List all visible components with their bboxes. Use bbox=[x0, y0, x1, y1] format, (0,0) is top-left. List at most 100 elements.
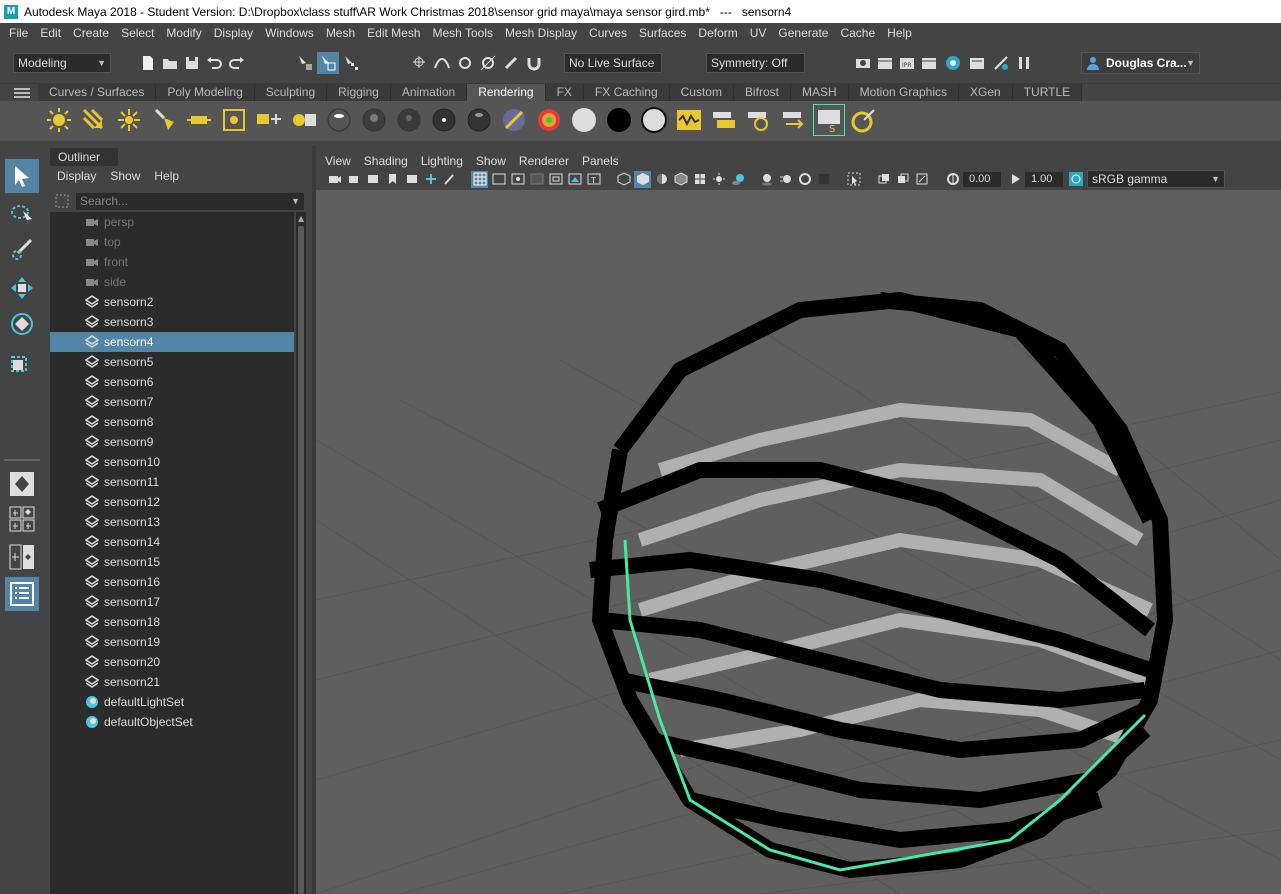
redo-icon[interactable] bbox=[228, 54, 246, 72]
render-setup-icon[interactable] bbox=[968, 54, 986, 72]
material-layered-icon[interactable] bbox=[500, 106, 528, 134]
paint-select-tool-button[interactable] bbox=[5, 233, 39, 267]
outliner-item-sensorn16[interactable]: sensorn16 bbox=[50, 572, 294, 592]
color-management-icon[interactable] bbox=[1069, 172, 1083, 186]
image-plane-icon[interactable] bbox=[386, 172, 400, 186]
search-options-icon[interactable] bbox=[55, 194, 69, 208]
outliner-item-sensorn17[interactable]: sensorn17 bbox=[50, 592, 294, 612]
material-blinn-icon[interactable] bbox=[325, 106, 353, 134]
outliner-item-sensorn18[interactable]: sensorn18 bbox=[50, 612, 294, 632]
tab-rigging[interactable]: Rigging bbox=[327, 84, 391, 101]
tab-animation[interactable]: Animation bbox=[390, 84, 468, 101]
viewport-menu-show[interactable]: Show bbox=[476, 154, 506, 168]
magnet-icon[interactable] bbox=[525, 54, 543, 72]
outliner-search-input[interactable]: Search... ▼ bbox=[76, 193, 304, 210]
area-light-icon[interactable] bbox=[185, 106, 213, 134]
outliner-item-sensorn20[interactable]: sensorn20 bbox=[50, 652, 294, 672]
render-target-icon[interactable] bbox=[850, 106, 878, 134]
outliner-item-sensorn5[interactable]: sensorn5 bbox=[50, 352, 294, 372]
outliner-item-sensorn4[interactable]: sensorn4 bbox=[50, 332, 294, 352]
tab-xgen[interactable]: XGen bbox=[959, 84, 1013, 101]
light-link-icon[interactable] bbox=[255, 106, 283, 134]
scale-tool-button[interactable] bbox=[5, 345, 39, 379]
scroll-up-icon[interactable]: ▲ bbox=[298, 214, 304, 223]
menu-file[interactable]: File bbox=[9, 26, 28, 40]
material-lambert-icon[interactable] bbox=[360, 106, 388, 134]
mode-dropdown[interactable]: Modeling ▼ bbox=[13, 53, 111, 73]
select-component-icon[interactable] bbox=[342, 54, 360, 72]
outliner-item-sensorn19[interactable]: sensorn19 bbox=[50, 632, 294, 652]
material-phonge-icon[interactable] bbox=[430, 106, 458, 134]
move-tool-button[interactable] bbox=[5, 271, 39, 305]
menu-cache[interactable]: Cache bbox=[840, 26, 875, 40]
material-use-background-icon[interactable] bbox=[605, 106, 633, 134]
menu-uv[interactable]: UV bbox=[750, 26, 767, 40]
hypershade-icon[interactable] bbox=[944, 54, 962, 72]
field-chart-icon[interactable] bbox=[549, 172, 563, 186]
tab-custom[interactable]: Custom bbox=[669, 84, 734, 101]
material-surface-shader-icon[interactable] bbox=[570, 106, 598, 134]
color-space-dropdown[interactable]: sRGB gamma ▼ bbox=[1087, 170, 1225, 188]
light-editor-icon[interactable] bbox=[992, 54, 1010, 72]
material-phong-icon[interactable] bbox=[395, 106, 423, 134]
textured-icon[interactable] bbox=[693, 172, 707, 186]
menu-generate[interactable]: Generate bbox=[778, 26, 828, 40]
tab-mash[interactable]: MASH bbox=[790, 84, 849, 101]
light-editor-shelf-icon[interactable] bbox=[290, 106, 318, 134]
show-batch-render-icon[interactable] bbox=[780, 106, 808, 134]
menu-mesh-tools[interactable]: Mesh Tools bbox=[433, 26, 493, 40]
cancel-batch-render-icon[interactable] bbox=[745, 106, 773, 134]
ambient-light-icon[interactable] bbox=[45, 106, 73, 134]
ipr-render-icon[interactable]: IPR bbox=[898, 54, 916, 72]
outliner-scrollbar[interactable]: ▲ bbox=[296, 212, 306, 894]
tab-turtle[interactable]: TURTLE bbox=[1012, 84, 1083, 101]
menu-mesh[interactable]: Mesh bbox=[326, 26, 355, 40]
material-anisotropic-icon[interactable] bbox=[465, 106, 493, 134]
batch-render-icon[interactable] bbox=[710, 106, 738, 134]
perspective-viewport[interactable] bbox=[316, 190, 1281, 894]
menu-curves[interactable]: Curves bbox=[589, 26, 627, 40]
snap-view-plane-icon[interactable] bbox=[479, 54, 497, 72]
tab-bifrost[interactable]: Bifrost bbox=[733, 84, 791, 101]
menu-windows[interactable]: Windows bbox=[265, 26, 314, 40]
make-live-icon[interactable] bbox=[502, 54, 520, 72]
safe-action-icon[interactable] bbox=[568, 172, 582, 186]
camera-attributes-icon[interactable] bbox=[347, 172, 361, 186]
snap-curve-icon[interactable] bbox=[433, 54, 451, 72]
outliner-item-sensorn10[interactable]: sensorn10 bbox=[50, 452, 294, 472]
viewport-menu-shading[interactable]: Shading bbox=[364, 154, 408, 168]
tab-fx[interactable]: FX bbox=[545, 84, 584, 101]
single-perspective-layout-button[interactable] bbox=[5, 467, 39, 501]
outliner-item-sensorn2[interactable]: sensorn2 bbox=[50, 292, 294, 312]
snap-point-icon[interactable] bbox=[456, 54, 474, 72]
menu-deform[interactable]: Deform bbox=[698, 26, 737, 40]
viewport-menu-view[interactable]: View bbox=[325, 154, 351, 168]
new-scene-icon[interactable] bbox=[139, 54, 157, 72]
outliner-item-defaultObjectSet[interactable]: defaultObjectSet bbox=[50, 712, 294, 732]
render-settings-icon[interactable] bbox=[920, 54, 938, 72]
lasso-tool-button[interactable] bbox=[5, 197, 39, 231]
point-light-icon[interactable] bbox=[115, 106, 143, 134]
tab-motion-graphics[interactable]: Motion Graphics bbox=[848, 84, 960, 101]
resolution-gate-icon[interactable] bbox=[511, 172, 525, 186]
undo-icon[interactable] bbox=[205, 54, 223, 72]
xray-joints-icon[interactable] bbox=[915, 172, 929, 186]
outliner-title[interactable]: Outliner bbox=[50, 148, 118, 166]
screen-space-ao-icon[interactable] bbox=[760, 172, 774, 186]
outliner-item-sensorn14[interactable]: sensorn14 bbox=[50, 532, 294, 552]
film-gate-icon[interactable] bbox=[492, 172, 506, 186]
wireframe-on-shaded-icon[interactable] bbox=[674, 172, 688, 186]
wireframe-icon[interactable] bbox=[617, 172, 631, 186]
menu-surfaces[interactable]: Surfaces bbox=[639, 26, 686, 40]
menu-display[interactable]: Display bbox=[214, 26, 253, 40]
material-ramp-icon[interactable] bbox=[535, 106, 563, 134]
outliner-item-sensorn3[interactable]: sensorn3 bbox=[50, 312, 294, 332]
menu-modify[interactable]: Modify bbox=[166, 26, 201, 40]
anti-aliasing-icon[interactable] bbox=[798, 172, 812, 186]
outliner-item-sensorn11[interactable]: sensorn11 bbox=[50, 472, 294, 492]
viewport-menu-panels[interactable]: Panels bbox=[582, 154, 619, 168]
shelf-menu-icon[interactable] bbox=[14, 88, 30, 98]
outliner-item-sensorn7[interactable]: sensorn7 bbox=[50, 392, 294, 412]
grease-pencil-icon[interactable] bbox=[424, 172, 438, 186]
shadows-icon[interactable] bbox=[731, 172, 745, 186]
